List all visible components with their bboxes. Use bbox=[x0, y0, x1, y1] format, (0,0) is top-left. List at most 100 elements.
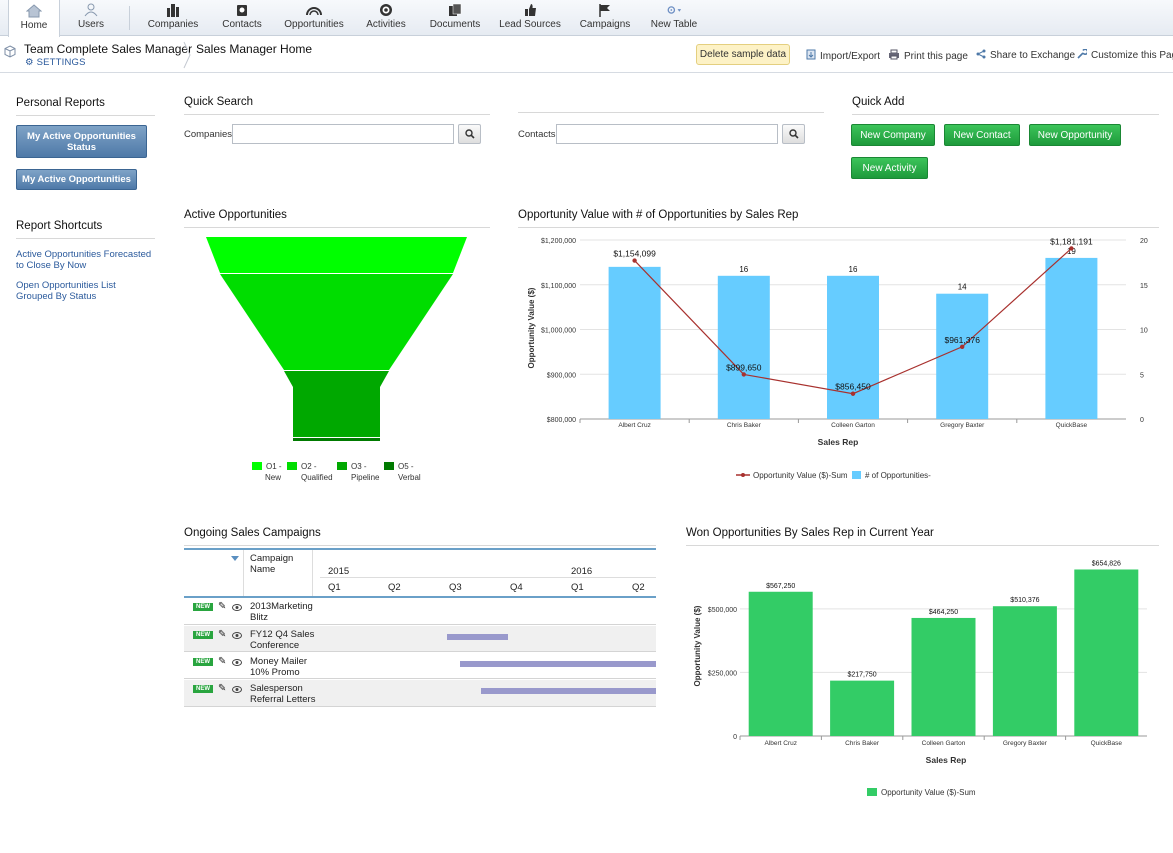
nav-separator bbox=[129, 6, 130, 30]
share-link[interactable]: Share to Exchange bbox=[976, 49, 1075, 62]
won-chart-heading: Won Opportunities By Sales Rep in Curren… bbox=[686, 527, 1159, 546]
bar bbox=[1045, 257, 1098, 419]
quarter-label: Q2 bbox=[388, 582, 401, 593]
thumbs-up-icon bbox=[522, 2, 538, 17]
value-label: $899,650 bbox=[726, 362, 762, 372]
x-tick-label: QuickBase bbox=[1091, 740, 1123, 747]
my-active-opportunities-status-button[interactable]: My Active Opportunities Status bbox=[16, 125, 147, 158]
print-label: Print this page bbox=[904, 50, 968, 62]
quarter-label: Q2 bbox=[632, 582, 645, 593]
y-axis-label: Opportunity Value ($) bbox=[527, 287, 536, 368]
eye-icon[interactable] bbox=[232, 630, 242, 642]
nav-new-table[interactable]: New Table bbox=[648, 0, 700, 36]
gantt-bar[interactable] bbox=[460, 661, 656, 667]
companies-search-button[interactable] bbox=[458, 124, 481, 144]
legend-label: Opportunity Value ($)-Sum bbox=[753, 471, 848, 480]
table-row[interactable]: NEW ✎ Money Mailer 10% Promo bbox=[184, 653, 656, 679]
bar bbox=[830, 680, 895, 736]
legend-swatch bbox=[384, 462, 394, 470]
gantt-bar[interactable] bbox=[481, 688, 656, 694]
bar bbox=[1074, 569, 1139, 736]
print-link[interactable]: Print this page bbox=[888, 49, 968, 63]
new-company-button[interactable]: New Company bbox=[851, 124, 935, 146]
sort-dropdown-icon[interactable] bbox=[231, 553, 239, 565]
campaign-gantt: Campaign Name 2015 2016 Q1 Q2 Q3 Q4 Q1 Q… bbox=[184, 548, 656, 708]
flag-icon bbox=[597, 2, 613, 17]
legend-swatch bbox=[867, 788, 877, 796]
gear-icon bbox=[666, 2, 682, 17]
eye-icon[interactable] bbox=[232, 657, 242, 669]
y-tick-label: $1,200,000 bbox=[541, 238, 576, 245]
nav-documents[interactable]: Documents bbox=[428, 0, 482, 36]
nav-label: Lead Sources bbox=[499, 19, 561, 30]
new-opportunity-button[interactable]: New Opportunity bbox=[1029, 124, 1121, 146]
nav-label: Home bbox=[20, 20, 48, 31]
contacts-search-input[interactable] bbox=[556, 124, 778, 144]
x-axis-label: Sales Rep bbox=[818, 437, 859, 447]
funnel-stage-new[interactable] bbox=[206, 237, 467, 273]
line-point bbox=[632, 258, 637, 263]
eye-icon[interactable] bbox=[232, 602, 242, 614]
import-export-link[interactable]: Import/Export bbox=[806, 49, 880, 63]
campaign-name-column-header[interactable]: Campaign Name bbox=[250, 553, 298, 575]
new-badge: NEW bbox=[193, 631, 213, 639]
y2-tick-label: 15 bbox=[1140, 283, 1148, 290]
eye-icon[interactable] bbox=[232, 684, 242, 696]
contacts-search-button[interactable] bbox=[782, 124, 805, 144]
nav-companies[interactable]: Companies bbox=[146, 0, 200, 36]
funnel-stage-qualified[interactable] bbox=[220, 274, 453, 370]
companies-search-input[interactable] bbox=[232, 124, 454, 144]
house-icon bbox=[26, 3, 42, 18]
buildings-icon bbox=[165, 2, 181, 17]
campaigns-heading: Ongoing Sales Campaigns bbox=[184, 527, 656, 546]
quarter-label: Q4 bbox=[510, 582, 523, 593]
customize-label: Customize this Page bbox=[1091, 50, 1173, 61]
shortcut-forecasted-link[interactable]: Active Opportunities Forecasted to Close… bbox=[16, 249, 156, 271]
gear-icon: ⚙ bbox=[25, 57, 34, 68]
nav-home[interactable]: Home bbox=[8, 0, 60, 37]
funnel-stage-pipeline[interactable] bbox=[284, 371, 389, 437]
nav-label: Opportunities bbox=[284, 19, 344, 30]
table-row[interactable]: NEW ✎ FY12 Q4 Sales Conference bbox=[184, 626, 656, 652]
funnel-stage-verbal[interactable] bbox=[293, 438, 380, 441]
pencil-icon[interactable]: ✎ bbox=[218, 683, 226, 694]
nav-lead-sources[interactable]: Lead Sources bbox=[499, 0, 561, 36]
my-active-opportunities-button[interactable]: My Active Opportunities bbox=[16, 169, 137, 190]
nav-users[interactable]: Users bbox=[68, 0, 114, 36]
new-activity-button[interactable]: New Activity bbox=[851, 157, 928, 179]
delete-sample-data-button[interactable]: Delete sample data bbox=[696, 44, 790, 65]
bar-count-label: 16 bbox=[849, 265, 858, 274]
pencil-icon[interactable]: ✎ bbox=[218, 656, 226, 667]
x-tick-label: Gregory Baxter bbox=[1003, 740, 1048, 747]
bar bbox=[748, 591, 813, 736]
companies-label: Companies bbox=[184, 129, 233, 140]
pencil-icon[interactable]: ✎ bbox=[218, 601, 226, 612]
value-label: $217,750 bbox=[847, 672, 876, 679]
table-row[interactable]: NEW ✎ Salesperson Referral Letters bbox=[184, 680, 656, 707]
nav-contacts[interactable]: Contacts bbox=[218, 0, 266, 36]
legend-label: O1 - bbox=[266, 462, 282, 471]
nav-activities[interactable]: Activities bbox=[362, 0, 410, 36]
target-icon bbox=[378, 2, 394, 17]
pencil-icon[interactable]: ✎ bbox=[218, 629, 226, 640]
y2-tick-label: 5 bbox=[1140, 372, 1144, 379]
nav-label: Users bbox=[77, 19, 105, 30]
shortcut-open-opportunities-link[interactable]: Open Opportunities List Grouped By Statu… bbox=[16, 280, 126, 302]
settings-link[interactable]: ⚙ SETTINGS bbox=[25, 57, 86, 68]
legend-label: # of Opportunities- bbox=[865, 471, 931, 480]
y-tick-label: $1,100,000 bbox=[541, 283, 576, 290]
gantt-bar[interactable] bbox=[447, 634, 508, 640]
customize-link[interactable]: Customize this Page bbox=[1077, 48, 1173, 62]
app-title[interactable]: Team Complete Sales Manager bbox=[24, 42, 192, 56]
nav-campaigns[interactable]: Campaigns bbox=[578, 0, 632, 36]
page-title: Sales Manager Home bbox=[196, 42, 313, 56]
nav-opportunities[interactable]: Opportunities bbox=[281, 0, 347, 36]
x-tick-label: Colleen Garton bbox=[922, 740, 966, 747]
table-row[interactable]: NEW ✎ 2013Marketing Blitz bbox=[184, 598, 656, 625]
col-divider bbox=[312, 550, 313, 598]
share-icon bbox=[976, 49, 986, 62]
campaign-name: Salesperson Referral Letters bbox=[250, 683, 316, 705]
printer-icon bbox=[888, 49, 900, 63]
gauge-icon bbox=[306, 2, 322, 17]
new-contact-button[interactable]: New Contact bbox=[944, 124, 1020, 146]
